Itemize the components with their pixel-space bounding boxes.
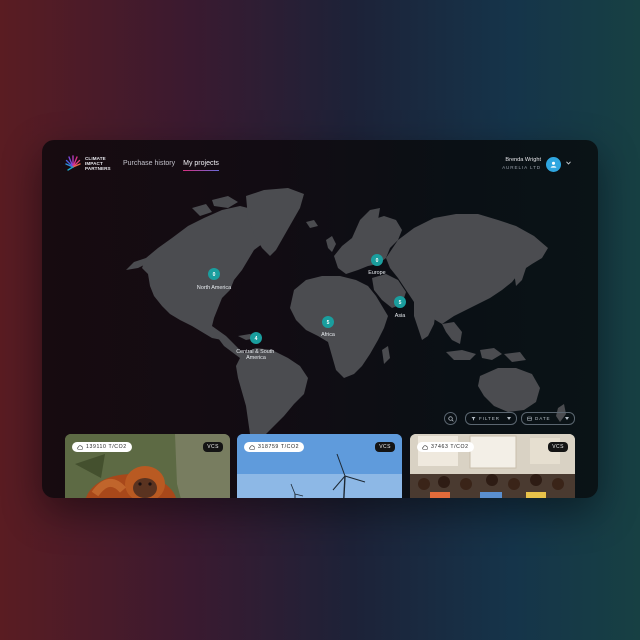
pin-label-asia: Asia <box>395 313 406 319</box>
map-landmass <box>126 188 566 442</box>
date-dropdown[interactable]: DATE <box>521 412 575 425</box>
project-card[interactable]: 139110 T/CO2 VCS <box>65 434 230 498</box>
tonnes-value: 139110 T/CO2 <box>86 444 127 450</box>
pin-label-north-america: North America <box>197 285 231 291</box>
tonnes-badge: 318759 T/CO2 <box>244 442 305 452</box>
tonnes-badge: 37463 T/CO2 <box>417 442 474 452</box>
filter-label: FILTER <box>479 416 500 421</box>
pin-count-asia: 5 <box>399 300 402 306</box>
pin-count-north-america: 0 <box>213 272 216 278</box>
pin-count-africa: 5 <box>327 320 330 326</box>
cloud-icon <box>422 444 428 450</box>
standard-badge: VCS <box>548 442 568 452</box>
pin-count-europe: 0 <box>376 258 379 264</box>
cloud-icon <box>77 444 83 450</box>
filter-dropdown[interactable]: FILTER <box>465 412 517 425</box>
tonnes-badge: 139110 T/CO2 <box>72 442 132 452</box>
pin-label-europe: Europe <box>368 270 385 276</box>
tonnes-value: 318759 T/CO2 <box>258 444 300 450</box>
project-card[interactable]: 37463 T/CO2 VCS <box>410 434 575 498</box>
pin-label-csa-line-2: America <box>246 355 266 361</box>
search-icon <box>447 415 454 422</box>
map-pin-asia[interactable]: 5 Asia <box>394 296 406 319</box>
tonnes-value: 37463 T/CO2 <box>431 444 469 450</box>
standard-badge: VCS <box>203 442 223 452</box>
filter-icon <box>471 417 476 421</box>
search-button[interactable] <box>444 412 457 425</box>
caret-down-icon <box>565 417 569 420</box>
app-window: CLIMATE IMPACT PARTNERS Purchase history… <box>42 140 598 498</box>
calendar-icon <box>527 416 532 421</box>
caret-down-icon <box>507 417 511 420</box>
date-label: DATE <box>535 416 551 421</box>
filter-bar: FILTER DATE <box>444 412 575 425</box>
project-card[interactable]: 318759 T/CO2 VCS <box>237 434 402 498</box>
cloud-icon <box>249 444 255 450</box>
pin-count-central-south-america: 4 <box>255 336 258 342</box>
standard-badge: VCS <box>375 442 395 452</box>
pin-label-africa: Africa <box>321 332 335 338</box>
